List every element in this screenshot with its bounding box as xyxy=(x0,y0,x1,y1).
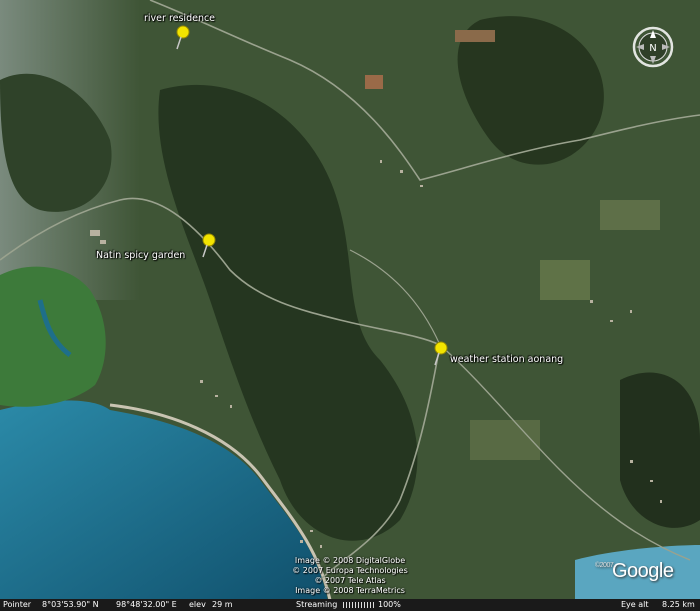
credit-line: © 2007 Europa Technologies xyxy=(292,566,408,575)
placemark-river-residence[interactable]: river residence xyxy=(144,13,215,50)
credit-line: Image © 2008 TerraMetrics xyxy=(295,586,405,595)
pointer-label: Pointer xyxy=(3,600,32,609)
placemark-weather-station-aonang[interactable]: weather station aonang xyxy=(430,340,563,366)
satellite-imagery[interactable] xyxy=(0,0,700,611)
google-logo: ©2007 Google xyxy=(595,560,674,583)
elevation-label: elev xyxy=(189,600,206,609)
field-patch xyxy=(365,75,383,89)
compass-icon[interactable]: N xyxy=(631,25,675,69)
field-patch xyxy=(470,420,540,460)
field-patch xyxy=(540,260,590,300)
credit-line: Image © 2008 DigitalGlobe xyxy=(294,556,406,565)
map-viewport[interactable]: river residence Natin spicy garden weath… xyxy=(0,0,700,611)
field-patch xyxy=(455,30,495,42)
eye-alt-label: Eye alt xyxy=(621,600,649,609)
placemark-label: Natin spicy garden xyxy=(96,250,186,261)
streaming-progress-bar xyxy=(343,602,375,608)
imagery-credits: Image © 2008 DigitalGlobe © 2007 Europa … xyxy=(275,556,425,596)
placemark-label: river residence xyxy=(144,13,216,24)
eye-alt-value: 8.25 km xyxy=(662,600,695,609)
pointer-longitude: 98°48'32.00" E xyxy=(116,600,177,609)
streaming-label: Streaming xyxy=(296,600,338,609)
compass-north-label: N xyxy=(649,43,656,54)
placemark-label: weather station aonang xyxy=(450,354,564,365)
pushpin-icon[interactable] xyxy=(198,232,220,258)
logo-text: Google xyxy=(612,560,674,582)
streaming-percent: 100% xyxy=(378,600,401,609)
pushpin-icon[interactable] xyxy=(172,24,194,50)
logo-year: ©2007 xyxy=(595,562,614,569)
status-bar: Pointer 8°03'53.90" N 98°48'32.00" E ele… xyxy=(0,599,700,611)
pushpin-icon[interactable] xyxy=(430,340,452,366)
field-patch xyxy=(600,200,660,230)
elevation-value: 29 m xyxy=(212,600,233,609)
forest-hills-east xyxy=(620,372,700,528)
credit-line: © 2007 Tele Atlas xyxy=(314,576,386,585)
pointer-latitude: 8°03'53.90" N xyxy=(42,600,99,609)
